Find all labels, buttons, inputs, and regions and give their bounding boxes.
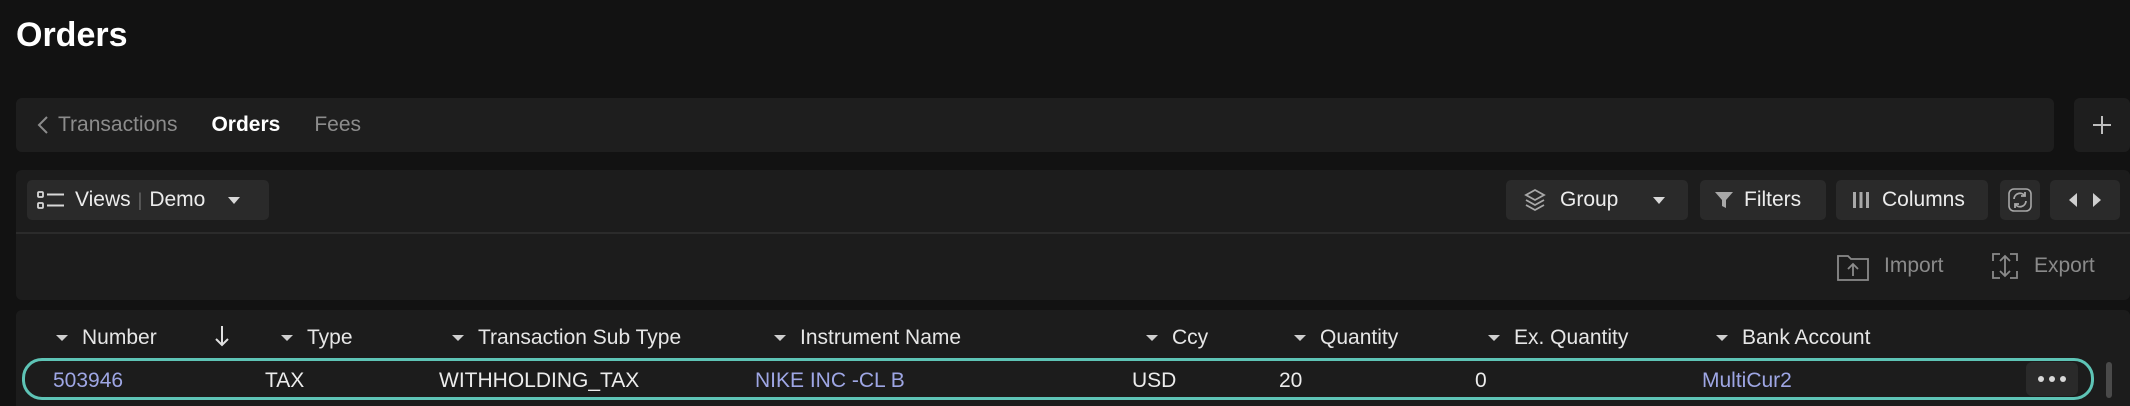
- column-header-label: Ccy: [1172, 326, 1209, 349]
- refresh-icon: [2008, 188, 2032, 212]
- column-header-instrument-name[interactable]: Instrument Name: [774, 324, 961, 352]
- plus-icon: [2093, 116, 2111, 134]
- table-row[interactable]: 503946 TAX WITHHOLDING_TAX NIKE INC -CL …: [22, 358, 2094, 400]
- page-title: Orders: [16, 16, 128, 54]
- views-dropdown[interactable]: Views | Demo: [27, 180, 269, 220]
- chevron-left-icon: [37, 116, 48, 134]
- orders-grid: Number Type Transaction Sub Type Instrum…: [16, 310, 2130, 406]
- sort-toggle[interactable]: [214, 324, 230, 353]
- column-header-label: Number: [82, 326, 157, 349]
- column-header-quantity[interactable]: Quantity: [1294, 324, 1398, 352]
- cell-quantity: 20: [1279, 369, 1303, 392]
- import-label: Import: [1884, 254, 1944, 277]
- more-horizontal-icon: [2038, 376, 2066, 382]
- caret-down-icon: [774, 335, 786, 341]
- cell-bank-account[interactable]: MultiCur2: [1702, 369, 1792, 393]
- column-header-label: Instrument Name: [800, 326, 962, 349]
- caret-down-icon: [281, 335, 293, 341]
- column-header-bank-account[interactable]: Bank Account: [1716, 324, 1870, 352]
- tab-fees[interactable]: Fees: [314, 113, 361, 137]
- view-name: Demo: [149, 188, 206, 211]
- arrow-down-icon: [215, 326, 229, 347]
- caret-down-icon: [1488, 335, 1500, 341]
- column-header-label: Bank Account: [1742, 326, 1871, 349]
- toolbar-divider: [16, 232, 2130, 234]
- views-label: Views: [75, 188, 131, 211]
- cell-type: TAX: [265, 369, 305, 392]
- layers-icon: [1524, 188, 1546, 212]
- scroll-columns-button[interactable]: [2050, 180, 2120, 220]
- filters-label: Filters: [1744, 188, 1802, 211]
- refresh-button[interactable]: [2000, 180, 2040, 220]
- group-label: Group: [1560, 188, 1619, 211]
- group-dropdown[interactable]: Group: [1506, 180, 1688, 220]
- list-icon: [37, 191, 64, 209]
- views-separator: |: [137, 189, 143, 210]
- caret-down-icon: [452, 335, 464, 341]
- column-header-number[interactable]: Number: [56, 324, 157, 352]
- column-header-ccy[interactable]: Ccy: [1146, 324, 1208, 352]
- folder-upload-icon: [1837, 255, 1869, 281]
- export-label: Export: [2034, 254, 2095, 277]
- filters-button[interactable]: Filters: [1700, 180, 1826, 220]
- cell-ccy: USD: [1132, 369, 1177, 392]
- cell-instrument[interactable]: NIKE INC -CL B: [755, 369, 905, 393]
- column-header-label: Quantity: [1320, 326, 1399, 349]
- column-header-label: Transaction Sub Type: [478, 326, 682, 349]
- column-header-type[interactable]: Type: [281, 324, 353, 352]
- caret-down-icon: [228, 197, 241, 204]
- tab-transactions: Transactions: [58, 113, 178, 136]
- column-header-label: Ex. Quantity: [1514, 326, 1629, 349]
- export-icon: [1992, 253, 2018, 279]
- columns-button[interactable]: Columns: [1836, 180, 1988, 220]
- vertical-scrollbar[interactable]: [2106, 362, 2112, 398]
- arrow-right-icon: [2093, 193, 2101, 207]
- export-button[interactable]: Export: [1990, 246, 2095, 286]
- caret-down-icon: [1653, 197, 1666, 204]
- arrow-left-icon: [2069, 193, 2077, 207]
- tab-back-transactions[interactable]: Transactions: [36, 113, 211, 137]
- toolbar-panel: Views | Demo Group Filters Columns Impor…: [16, 170, 2130, 300]
- tab-bar: Transactions Orders Fees: [16, 98, 2054, 152]
- columns-icon: [1853, 192, 1869, 208]
- column-header-transaction-sub-type[interactable]: Transaction Sub Type: [452, 324, 681, 352]
- row-actions-button[interactable]: [2026, 362, 2078, 396]
- cell-ex-quantity: 0: [1475, 369, 1487, 392]
- cell-sub-type: WITHHOLDING_TAX: [439, 369, 640, 392]
- caret-down-icon: [1146, 335, 1158, 341]
- caret-down-icon: [1716, 335, 1728, 341]
- caret-down-icon: [56, 335, 68, 341]
- column-header-ex-quantity[interactable]: Ex. Quantity: [1488, 324, 1628, 352]
- caret-down-icon: [1294, 335, 1306, 341]
- cell-number[interactable]: 503946: [53, 369, 123, 393]
- column-header-label: Type: [307, 326, 353, 349]
- import-button[interactable]: Import: [1836, 246, 1944, 286]
- columns-label: Columns: [1882, 188, 1965, 211]
- tab-orders[interactable]: Orders: [211, 113, 280, 137]
- filter-icon: [1715, 192, 1733, 208]
- add-tab-button[interactable]: [2074, 98, 2130, 152]
